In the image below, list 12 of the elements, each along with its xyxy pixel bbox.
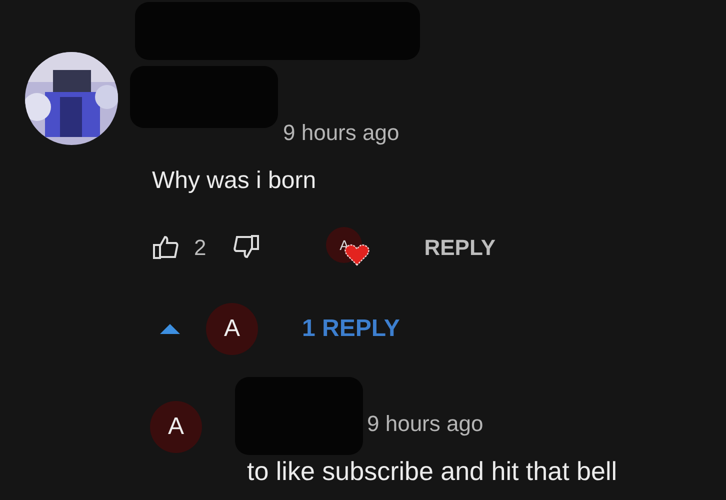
reply-button[interactable]: REPLY — [424, 230, 496, 264]
replies-toggle[interactable]: 1 REPLY — [302, 311, 400, 347]
like-count: 2 — [194, 234, 206, 262]
thumbs-down-icon[interactable] — [232, 234, 260, 260]
avatar: A — [150, 401, 202, 453]
avatar: A — [206, 303, 258, 355]
thumbs-up-icon[interactable] — [152, 234, 180, 260]
collapse-icon[interactable] — [160, 322, 180, 336]
timestamp: 9 hours ago — [367, 410, 484, 438]
timestamp: 9 hours ago — [283, 119, 400, 147]
comment-text: Why was i born — [152, 166, 318, 196]
reply-text: to like subscribe and hit that bell — [247, 455, 617, 488]
